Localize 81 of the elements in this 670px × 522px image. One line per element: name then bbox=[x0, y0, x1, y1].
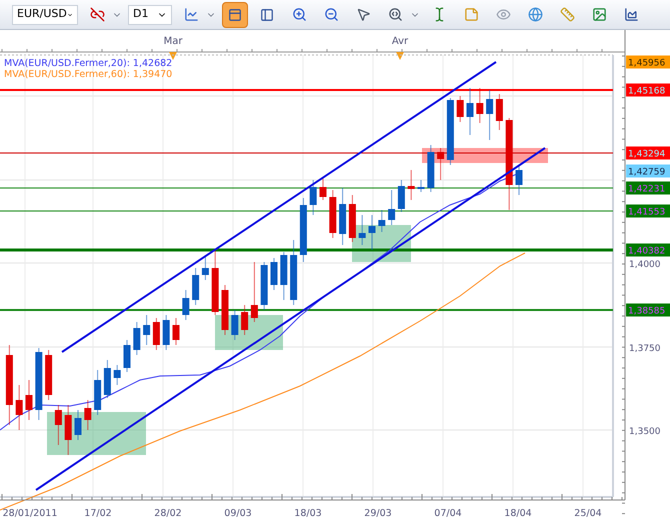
panel-icon[interactable] bbox=[228, 8, 242, 22]
candlestick bbox=[231, 310, 238, 340]
candlestick bbox=[496, 94, 503, 130]
candlestick bbox=[250, 262, 258, 322]
axis-label: 29/03 bbox=[364, 508, 392, 519]
candlestick bbox=[114, 364, 121, 386]
price-tag: 1,41553 bbox=[626, 204, 670, 218]
legend-label: MVA(EUR/USD.Fermer,20): 1,42682 bbox=[4, 58, 172, 69]
zone-highlight bbox=[352, 225, 411, 262]
price-tag: 1,42759 bbox=[626, 164, 670, 178]
timeframe-dropdown[interactable]: D1 bbox=[128, 4, 172, 24]
candlestick bbox=[192, 268, 200, 306]
axis-label: 07/04 bbox=[434, 508, 462, 519]
candlestick bbox=[143, 314, 150, 346]
candlestick bbox=[358, 214, 366, 246]
candlestick bbox=[16, 384, 23, 430]
candlestick bbox=[162, 314, 170, 350]
candlestick bbox=[152, 318, 160, 350]
candlestick bbox=[378, 210, 386, 232]
candlestick bbox=[339, 188, 346, 246]
candlestick bbox=[290, 240, 298, 306]
candlestick bbox=[437, 148, 444, 180]
candlestick bbox=[74, 410, 82, 440]
candlestick bbox=[212, 250, 219, 316]
candlestick bbox=[64, 404, 72, 456]
candlestick bbox=[476, 88, 484, 124]
candlestick bbox=[54, 404, 62, 446]
marker-icon bbox=[169, 52, 177, 60]
candlestick bbox=[182, 290, 190, 320]
candlestick bbox=[26, 380, 32, 420]
axis-label: 1,3750 bbox=[629, 344, 660, 354]
candlestick bbox=[456, 96, 464, 122]
candlestick bbox=[466, 88, 474, 136]
legend-label: MVA(EUR/USD.Fermer,60): 1,39470 bbox=[4, 69, 172, 80]
candlestick bbox=[516, 164, 522, 196]
candlestick bbox=[398, 180, 405, 212]
axis-label: 17/02 bbox=[84, 508, 112, 519]
price-tag: 1,40382 bbox=[626, 244, 670, 256]
axis-label: 28/02 bbox=[154, 508, 182, 519]
candlestick bbox=[104, 360, 111, 398]
candlestick bbox=[172, 318, 180, 346]
candlestick bbox=[84, 400, 92, 430]
candlestick bbox=[329, 190, 336, 238]
candlestick bbox=[133, 322, 140, 356]
candlestick bbox=[260, 262, 268, 310]
month-label: Mar bbox=[164, 36, 182, 47]
candlestick bbox=[222, 284, 228, 336]
panel-icon[interactable] bbox=[260, 8, 274, 22]
candlestick bbox=[418, 180, 424, 192]
axis-label: 28/01/2011 bbox=[2, 508, 58, 519]
candlestick bbox=[241, 304, 248, 336]
price-tag: 1,45168 bbox=[626, 84, 670, 96]
candlestick bbox=[486, 90, 494, 140]
symbol-dropdown[interactable]: EUR/USD bbox=[12, 4, 78, 24]
candlestick bbox=[310, 180, 317, 216]
candlestick bbox=[270, 258, 278, 290]
candlestick bbox=[427, 144, 434, 192]
candlestick bbox=[348, 194, 356, 242]
price-tag: 1,45956 bbox=[626, 56, 670, 68]
axis-label: 1,4000 bbox=[629, 260, 660, 270]
panel-toggle-button[interactable] bbox=[222, 2, 248, 28]
axis-label: 18/04 bbox=[504, 508, 532, 519]
candlestick bbox=[408, 170, 415, 200]
candlestick bbox=[280, 252, 288, 300]
candlestick bbox=[388, 190, 396, 226]
axis-label: 18/03 bbox=[294, 508, 322, 519]
axis-label: 1,3500 bbox=[629, 427, 660, 437]
axis-label: 09/03 bbox=[224, 508, 252, 519]
candlestick bbox=[368, 214, 376, 250]
candlestick bbox=[202, 254, 209, 280]
marker-icon bbox=[396, 52, 404, 60]
price-tag: 1,38585 bbox=[626, 304, 670, 316]
candlestick bbox=[124, 340, 130, 372]
candlestick bbox=[300, 198, 307, 262]
month-label: Avr bbox=[392, 36, 408, 47]
price-tag: 1,42231 bbox=[626, 182, 670, 194]
price-tag: 1,43294 bbox=[626, 146, 670, 160]
axis-label: 25/04 bbox=[574, 508, 602, 519]
candlestick bbox=[45, 350, 52, 400]
candlestick bbox=[320, 178, 326, 200]
candlestick bbox=[94, 370, 102, 416]
